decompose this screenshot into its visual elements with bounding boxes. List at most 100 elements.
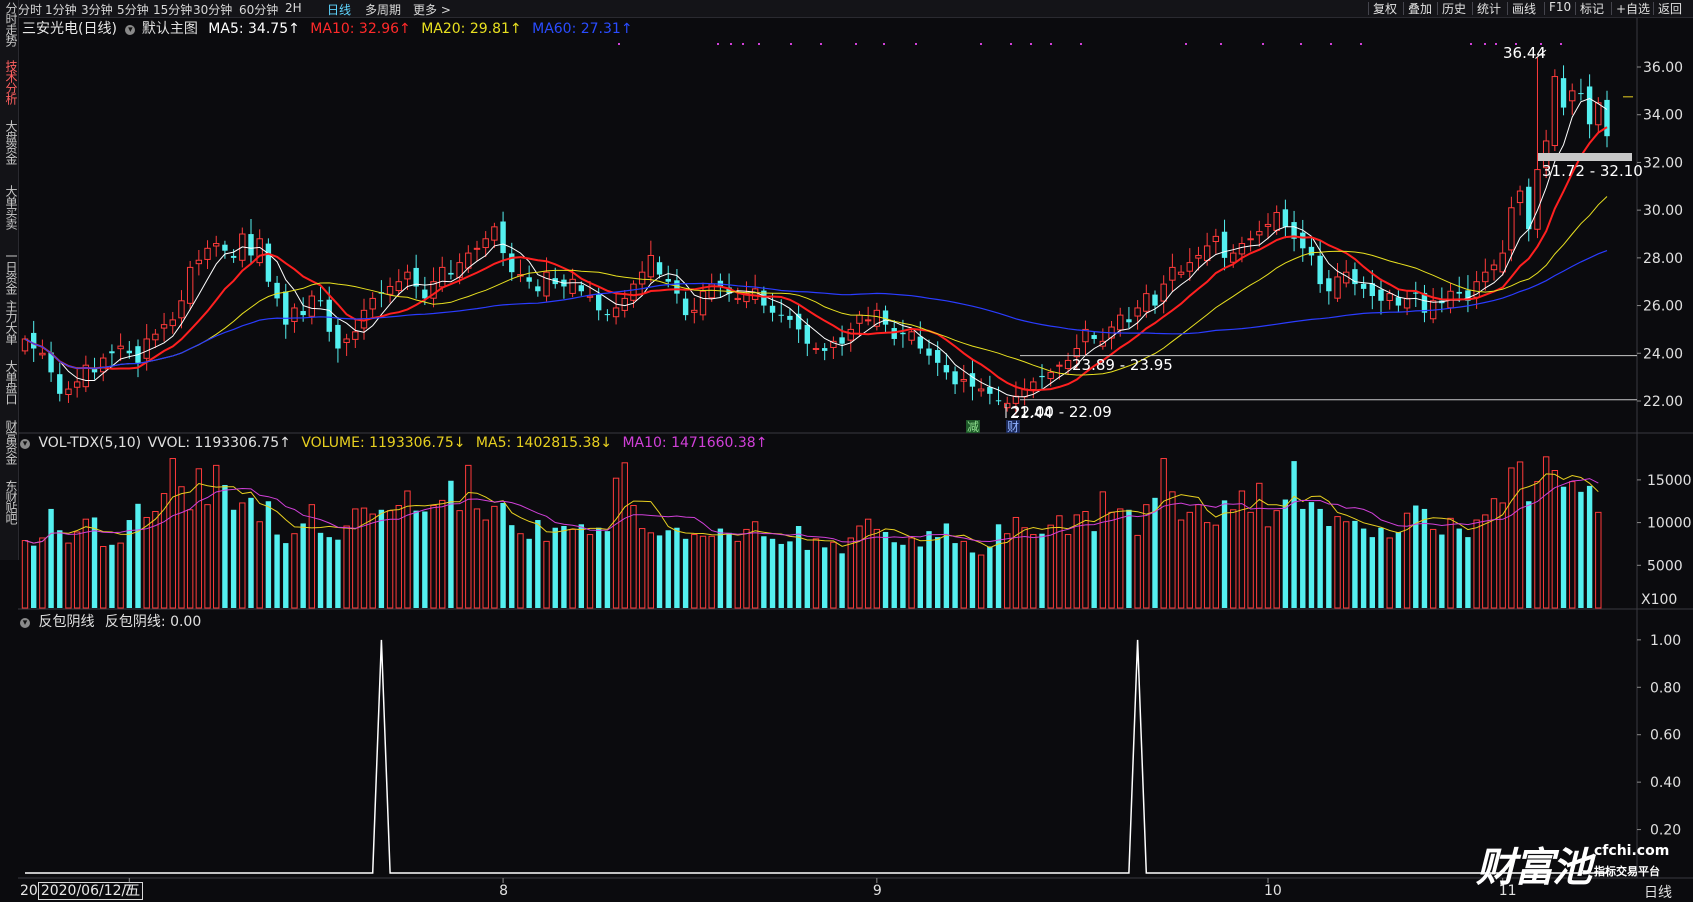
price-annotations: 36.4431.72 - 32.1023.89 - 23.9521.4422.0…	[618, 43, 1643, 434]
volume-bar	[638, 528, 646, 609]
candle-body	[117, 345, 124, 350]
volume-bar	[1439, 534, 1445, 608]
candle-body	[1134, 307, 1141, 317]
volume-bar	[1230, 509, 1237, 609]
candle-body	[1604, 99, 1610, 137]
volume-bar	[500, 502, 506, 608]
volume-bar	[552, 527, 558, 608]
volume-bar	[561, 526, 567, 608]
candle-body	[1578, 93, 1584, 95]
signal-dot	[883, 43, 885, 45]
signal-dot	[820, 43, 822, 45]
stock-chart[interactable]: 36.4431.72 - 32.1023.89 - 23.9521.4422.0…	[0, 0, 1693, 901]
candle-body	[109, 351, 115, 354]
volume-bar	[1508, 467, 1515, 609]
volume-bar	[1169, 491, 1176, 609]
volume-bar	[1177, 519, 1185, 609]
volume-bar	[1542, 456, 1550, 609]
candle-body	[1273, 212, 1280, 231]
volume-bar	[864, 518, 872, 609]
volume-bar	[473, 508, 481, 609]
indicator-line	[25, 639, 1607, 874]
candle-body	[1186, 262, 1193, 272]
volume-bar	[1056, 515, 1063, 609]
candle-body	[630, 283, 637, 301]
candle-body	[856, 314, 863, 324]
candle-body	[1526, 186, 1532, 230]
volume-bar	[578, 524, 585, 608]
volume-bar	[960, 540, 967, 609]
candle-body	[1360, 283, 1367, 289]
signal-dot	[1080, 43, 1082, 45]
volume-bar	[726, 532, 732, 608]
candle-body	[352, 331, 359, 340]
y-tick-label: 22.00	[1643, 394, 1683, 410]
volume-bar	[1195, 504, 1202, 609]
signal-dot	[980, 43, 982, 45]
candle-body	[1091, 335, 1097, 339]
candle-body	[1203, 245, 1211, 262]
ind-y-tick-label: 1.00	[1650, 633, 1681, 649]
volume-bar	[977, 554, 985, 609]
volume-bar	[1238, 490, 1246, 609]
volume-bar	[65, 542, 72, 609]
price-band	[1538, 153, 1632, 161]
candle-body	[1169, 266, 1176, 281]
volume-bar	[413, 510, 419, 608]
volume-bar	[778, 543, 784, 608]
event-marker-1: 减	[967, 420, 979, 434]
volume-bar	[804, 549, 811, 608]
volume-bar	[1152, 497, 1158, 608]
brand-tagline: 指标交易平台	[1594, 865, 1660, 878]
candle-body	[169, 319, 176, 327]
volume-bar	[1473, 519, 1480, 609]
date-cursor-label: 20 2020/06/12/五	[20, 880, 144, 900]
candle-body	[1516, 190, 1524, 204]
candle-body	[1499, 252, 1506, 273]
candle-body	[274, 282, 280, 299]
vol-y-tick-label: 5000	[1647, 558, 1683, 574]
volume-bar	[248, 497, 254, 608]
candle-body	[143, 338, 150, 359]
volume-bar	[395, 505, 402, 609]
event-marker-2: 财	[1007, 420, 1019, 434]
brand-url: cfchi.com	[1594, 843, 1670, 859]
candle-body	[882, 310, 889, 325]
volume-bar	[1429, 528, 1437, 609]
volume-bar	[256, 521, 263, 609]
candle-body	[335, 324, 341, 349]
x-tick-label: 10	[1264, 883, 1282, 899]
candle-body	[1230, 252, 1237, 263]
volume-bar	[647, 532, 655, 609]
candle-body	[977, 388, 985, 392]
candle-body	[1117, 314, 1124, 331]
candle-body	[186, 266, 194, 304]
volume-bar	[1465, 537, 1471, 608]
volume-bar	[21, 540, 29, 609]
volume-bar	[369, 513, 376, 609]
volume-bar	[439, 499, 446, 609]
candle-body	[543, 271, 550, 297]
candle-body	[256, 238, 263, 264]
candle-body	[1030, 381, 1037, 391]
indicator-series	[25, 639, 1607, 874]
y-tick-label: 26.00	[1643, 299, 1683, 315]
volume-bar	[1143, 504, 1150, 609]
period-label[interactable]: 日线	[1644, 882, 1672, 902]
volume-bars	[21, 456, 1602, 609]
volume-bar	[1073, 514, 1080, 609]
candle-body	[682, 298, 689, 316]
volume-bar	[386, 510, 394, 609]
volume-bar	[491, 505, 498, 609]
signal-dot	[1300, 43, 1302, 45]
signal-dot	[717, 43, 719, 45]
candle-body	[204, 247, 211, 260]
candle-body	[1395, 297, 1402, 306]
watermark: 财富池 cfchi.com 指标交易平台	[1476, 835, 1669, 893]
candle-body	[1282, 209, 1289, 227]
volume-bar	[222, 485, 228, 608]
candle-body	[1482, 271, 1489, 283]
volume-bar	[751, 521, 759, 609]
volume-bar	[1082, 510, 1089, 609]
volume-bar	[682, 538, 689, 608]
